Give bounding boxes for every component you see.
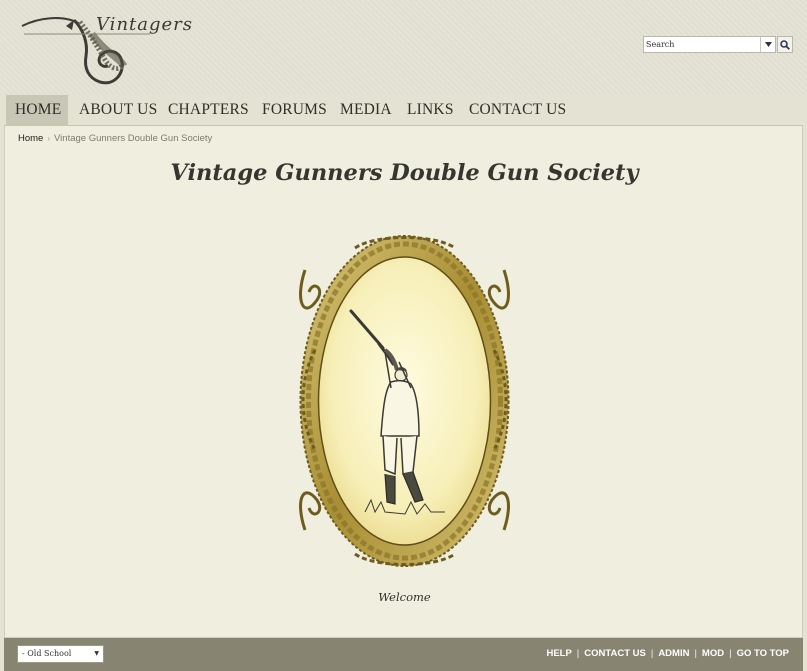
footer-link-help[interactable]: HELP [546,648,571,659]
search-button[interactable] [777,36,793,53]
breadcrumb-current: Vintage Gunners Double Gun Society [54,133,213,144]
footer-link-separator: | [576,648,580,659]
nav-item-home[interactable]: HOME [6,95,68,126]
hunter-shooting-illustration [299,235,510,567]
breadcrumb-separator: › [47,134,51,143]
breadcrumb-home-link[interactable]: Home [18,133,43,144]
nav-item-contact-us[interactable]: CONTACT US [460,95,575,126]
style-chooser-value: - Old School [22,649,72,658]
footer-link-contact-us[interactable]: CONTACT US [584,648,646,659]
main-content: Home › Vintage Gunners Double Gun Society … [4,126,803,638]
search-options-dropdown[interactable] [760,37,775,52]
page-title: Vintage Gunners Double Gun Society [170,160,639,186]
site-logo[interactable]: Vintagers [18,4,192,86]
style-chooser-select[interactable]: - Old School ▼ [17,645,104,663]
footer-link-separator: | [694,648,697,659]
nav-item-links[interactable]: LINKS [398,95,463,126]
nav-item-chapters[interactable]: CHAPTERS [159,95,258,126]
search-box[interactable] [643,36,776,53]
nav-item-forums[interactable]: FORUMS [253,95,336,126]
site-footer: - Old School ▼ HELP | CONTACT US | ADMIN | MOD… [4,638,803,671]
chevron-down-icon [764,42,772,47]
nav-item-about-us[interactable]: ABOUT US [70,95,166,126]
logo-text: Vintagers [96,14,194,35]
main-nav: HOME ABOUT US CHAPTERS FORUMS MEDIA LINK… [4,95,803,126]
site-header: Vintagers [0,0,807,95]
footer-link-separator: | [729,648,732,659]
search-icon [780,39,790,50]
footer-link-go-to-top[interactable]: GO TO TOP [737,648,789,659]
footer-links: HELP | CONTACT US | ADMIN | MOD | GO TO TOP [546,648,789,659]
footer-link-separator: | [650,648,654,659]
search-input[interactable] [646,38,758,51]
nav-item-media[interactable]: MEDIA [331,95,401,126]
welcome-caption: Welcome [378,590,431,604]
chevron-down-icon: ▼ [94,650,99,657]
footer-link-admin[interactable]: ADMIN [658,648,689,659]
breadcrumb: Home › Vintage Gunners Double Gun Society [18,133,212,144]
footer-link-mod[interactable]: MOD [702,648,724,659]
